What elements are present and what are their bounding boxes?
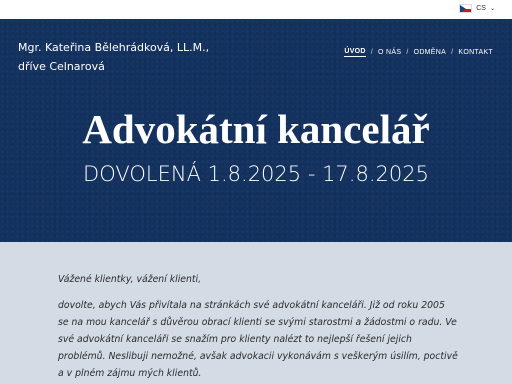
nav-separator: /	[451, 49, 454, 56]
main-nav: ÚVOD / O NÁS / ODMĚNA / KONTAKT	[344, 48, 493, 57]
nav-separator: /	[406, 49, 409, 56]
nav-separator: /	[370, 49, 374, 56]
chevron-down-icon: ⌄	[489, 5, 495, 12]
hero-subtitle: DOVOLENÁ 1.8.2025 - 17.8.2025	[83, 162, 429, 186]
language-selector[interactable]: CS ⌄	[459, 4, 495, 13]
greeting-text: Vážené klientky, vážení klienti,	[58, 274, 202, 285]
hero-section: Mgr. Kateřina Bělehrádková, LL.M., dříve…	[0, 19, 512, 242]
nav-item-o-nas[interactable]: O NÁS	[378, 49, 401, 56]
nav-item-uvod[interactable]: ÚVOD	[344, 48, 366, 57]
intro-section: Vážené klientky, vážení klienti, dovolte…	[0, 242, 512, 384]
nav-item-odmena[interactable]: ODMĚNA	[414, 49, 447, 56]
czech-flag-icon	[459, 4, 473, 13]
nav-item-kontakt[interactable]: KONTAKT	[458, 49, 493, 56]
site-name[interactable]: Mgr. Kateřina Bělehrádková, LL.M., dříve…	[18, 38, 228, 76]
intro-paragraph: dovolte, abych Vás přivítala na stránkác…	[58, 300, 458, 379]
hero-title: Advokátní kancelář	[82, 106, 430, 152]
language-code: CS	[476, 5, 486, 12]
top-bar: CS ⌄	[0, 0, 512, 19]
